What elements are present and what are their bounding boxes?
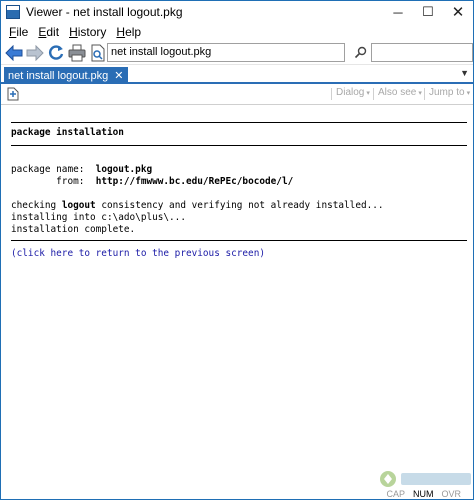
menu-edit-label: dit [46, 25, 60, 39]
search-input[interactable] [371, 43, 473, 62]
subbar-separator [331, 88, 332, 100]
package-name-label: package name: [11, 164, 85, 175]
viewer-window: Viewer - net install logout.pkg ─ ☐ ✕ Fi… [0, 0, 474, 500]
tab-list-dropdown-icon[interactable]: ▼ [460, 68, 469, 78]
checking-prefix: checking [11, 200, 62, 211]
package-name-row: package name: logout.pkg [11, 164, 152, 176]
caps-lock-indicator: CAP [386, 488, 405, 499]
package-from-row: from: http://fmwww.bc.edu/RePEc/bocode/l… [11, 176, 293, 188]
page-heading: package installation [11, 127, 124, 138]
menu-help[interactable]: Help [111, 25, 146, 39]
complete-line: installation complete. [11, 224, 136, 235]
menu-edit[interactable]: Edit [33, 25, 64, 39]
tab-bar: net install logout.pkg ✕ ▼ [1, 66, 473, 84]
also-see-label: Also see [378, 87, 417, 98]
num-lock-indicator: NUM [412, 488, 434, 499]
installing-line: installing into c:\ado\plus\... [11, 212, 186, 223]
menu-history[interactable]: History [64, 25, 111, 39]
divider [11, 240, 467, 241]
window-title: Viewer - net install logout.pkg [26, 5, 183, 19]
dialog-caret-icon: ▾ [366, 89, 370, 97]
dialog-button[interactable]: Dialog ▾ [336, 87, 370, 98]
refresh-icon[interactable] [46, 43, 66, 63]
package-from-value: http://fmwww.bc.edu/RePEc/bocode/l/ [95, 176, 294, 187]
toolbar: net install logout.pkg [1, 41, 473, 65]
package-name-value: logout.pkg [95, 164, 153, 175]
also-see-caret-icon: ▾ [418, 89, 422, 97]
viewer-content: package installation package name: logou… [1, 104, 473, 486]
menu-history-mnemonic: H [69, 25, 78, 39]
checking-line: checking logout consistency and verifyin… [11, 200, 384, 212]
divider [11, 122, 467, 123]
maximize-button[interactable]: ☐ [413, 1, 443, 23]
new-document-icon[interactable] [7, 87, 19, 101]
menu-help-mnemonic: H [116, 25, 126, 39]
jump-to-label: Jump to [429, 87, 465, 98]
tab-net-install[interactable]: net install logout.pkg ✕ [4, 67, 128, 83]
overwrite-indicator: OVR [441, 488, 461, 499]
jump-to-button[interactable]: Jump to ▾ [429, 87, 470, 98]
also-see-button[interactable]: Also see ▾ [378, 87, 422, 98]
jump-to-caret-icon: ▾ [466, 89, 471, 97]
menu-file-label: ile [16, 25, 29, 39]
viewer-app-icon [6, 5, 20, 19]
viewer-subbar: Dialog ▾ Also see ▾ Jump to ▾ [1, 86, 473, 102]
forward-arrow-icon[interactable] [25, 43, 45, 63]
minimize-button[interactable]: ─ [383, 1, 413, 23]
dialog-label: Dialog [336, 87, 365, 98]
search-go-icon[interactable] [353, 45, 369, 61]
watermark-logo [379, 469, 473, 489]
menu-history-label: istory [77, 25, 107, 39]
subbar-separator [373, 88, 374, 100]
close-button[interactable]: ✕ [443, 1, 473, 23]
subbar-separator [424, 88, 425, 100]
tab-close-icon[interactable]: ✕ [114, 69, 123, 82]
package-from-label: from: [56, 176, 85, 187]
return-link[interactable]: (click here to return to the previous sc… [11, 248, 265, 260]
back-arrow-icon[interactable] [4, 43, 24, 63]
checking-package: logout [61, 200, 96, 211]
print-icon[interactable] [67, 43, 87, 63]
menu-bar: File Edit History Help [1, 23, 473, 41]
menu-file[interactable]: File [4, 25, 33, 39]
address-input[interactable]: net install logout.pkg [107, 43, 345, 62]
status-bar: CAP NUM OVR [1, 487, 473, 500]
divider [11, 145, 467, 146]
menu-help-label: elp [125, 25, 142, 39]
find-icon[interactable] [88, 43, 108, 63]
title-bar: Viewer - net install logout.pkg ─ ☐ ✕ [1, 1, 473, 23]
tab-label: net install logout.pkg [8, 69, 109, 82]
checking-suffix: consistency and verifying not already in… [95, 200, 384, 211]
